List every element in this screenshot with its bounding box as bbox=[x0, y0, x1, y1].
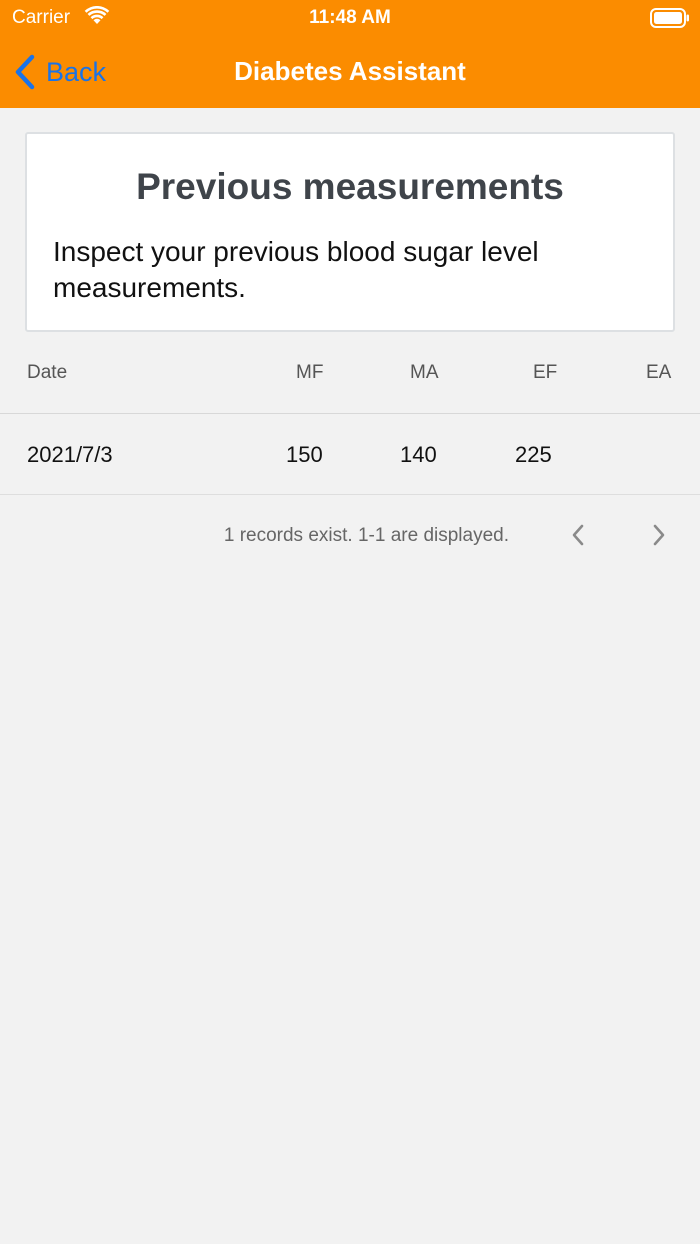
battery-icon bbox=[650, 8, 689, 28]
column-header-ea[interactable]: EA bbox=[646, 362, 671, 384]
card-title: Previous measurements bbox=[136, 166, 564, 207]
page-title: Diabetes Assistant bbox=[234, 56, 466, 86]
cell-ma: 140 bbox=[400, 442, 437, 467]
column-header-ma[interactable]: MA bbox=[410, 362, 439, 384]
records-summary: 1 records exist. 1-1 are displayed. bbox=[223, 525, 509, 546]
navigation-bar: Back Diabetes Assistant bbox=[0, 36, 700, 108]
next-page-icon[interactable] bbox=[649, 522, 669, 548]
column-header-mf[interactable]: MF bbox=[296, 362, 323, 384]
measurements-table: Date MF MA EF EA 2021/7/3 150 140 225 bbox=[0, 334, 700, 495]
top-bar: Carrier 11:48 AM Back Diabetes Assistant bbox=[0, 0, 700, 108]
status-time: 11:48 AM bbox=[309, 7, 391, 28]
cell-date: 2021/7/3 bbox=[27, 442, 113, 467]
cell-mf: 150 bbox=[286, 442, 323, 467]
column-header-date[interactable]: Date bbox=[27, 362, 67, 384]
cell-ef: 225 bbox=[515, 442, 552, 467]
table-header: Date MF MA EF EA bbox=[0, 334, 700, 414]
info-card: Previous measurements Inspect your previ… bbox=[25, 132, 675, 332]
card-description: Inspect your previous blood sugar level … bbox=[53, 236, 539, 303]
previous-page-icon[interactable] bbox=[568, 522, 588, 548]
status-bar: Carrier 11:48 AM bbox=[0, 0, 700, 36]
table-row[interactable]: 2021/7/3 150 140 225 bbox=[0, 414, 700, 495]
column-header-ef[interactable]: EF bbox=[533, 362, 557, 384]
pagination: 1 records exist. 1-1 are displayed. bbox=[0, 495, 700, 575]
